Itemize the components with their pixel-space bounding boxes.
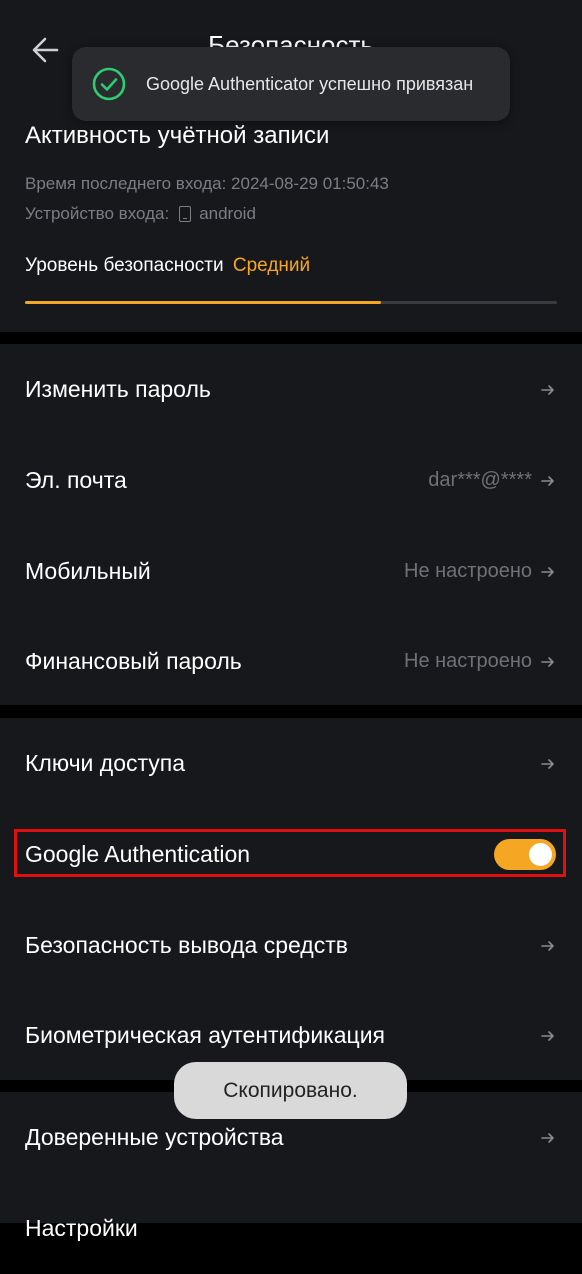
arrow-right-icon — [541, 1132, 554, 1143]
email-value: dar***@**** — [428, 469, 532, 491]
device-label: Устройство входа: — [25, 204, 170, 223]
copied-toast: Скопировано. — [174, 1062, 407, 1119]
account-activity-title: Активность учётной записи — [25, 122, 330, 149]
security-level-bar — [25, 301, 557, 304]
row-label: Настройки — [25, 1215, 138, 1241]
last-login-text: Время последнего входа: 2024-08-29 01:50… — [25, 174, 389, 193]
row-label: Google Authentication — [25, 841, 251, 867]
arrow-right-icon — [541, 940, 554, 951]
row-label: Доверенные устройства — [25, 1124, 284, 1150]
google-authentication-toggle[interactable] — [494, 839, 556, 870]
toggle-knob — [529, 843, 552, 866]
row-label: Ключи доступа — [25, 750, 186, 776]
financial-password-row[interactable]: Финансовый пароль Не настроено — [0, 616, 582, 707]
security-level-value: Средний — [232, 255, 311, 276]
security-level: Уровень безопасности Средний — [25, 255, 310, 277]
row-label: Финансовый пароль — [25, 648, 242, 674]
email-row[interactable]: Эл. почта dar***@**** — [0, 435, 582, 526]
change-password-row[interactable]: Изменить пароль — [0, 344, 582, 435]
success-toast: Google Authenticator успешно привязан — [72, 47, 510, 121]
security-level-bar-fill — [25, 301, 382, 304]
arrow-right-icon — [541, 475, 554, 486]
arrow-right-icon — [541, 656, 554, 667]
withdrawal-security-row[interactable]: Безопасность вывода средств — [0, 900, 582, 991]
row-label: Биометрическая аутентификация — [25, 1022, 386, 1048]
security-level-label: Уровень безопасности — [25, 255, 224, 276]
passkeys-row[interactable]: Ключи доступа — [0, 718, 582, 809]
row-label: Мобильный — [25, 558, 151, 584]
row-label: Безопасность вывода средств — [25, 932, 348, 958]
arrow-right-icon — [541, 566, 554, 577]
login-device: Устройство входа: android — [25, 204, 256, 224]
phone-icon — [179, 206, 192, 222]
arrow-right-icon — [541, 758, 554, 769]
financial-password-value: Не настроено — [404, 650, 532, 672]
arrow-right-icon — [541, 1030, 554, 1041]
credentials-section: Изменить пароль Эл. почта dar***@**** Мо… — [0, 344, 582, 705]
mobile-value: Не настроено — [404, 560, 532, 582]
security-screen: Безопасность Google Authenticator успешн… — [0, 0, 582, 1241]
toast-message: Google Authenticator успешно привязан — [146, 73, 474, 94]
settings-row[interactable]: Настройки — [0, 1183, 582, 1274]
row-label: Изменить пароль — [25, 376, 211, 402]
authentication-section: Ключи доступа Google Authentication Безо… — [0, 718, 582, 1080]
row-label: Эл. почта — [25, 467, 127, 493]
check-circle-icon — [92, 67, 126, 101]
account-activity-section: Активность учётной записи Время последне… — [0, 100, 582, 332]
arrow-right-icon — [541, 384, 554, 395]
mobile-row[interactable]: Мобильный Не настроено — [0, 526, 582, 617]
google-authentication-row: Google Authentication — [0, 809, 582, 900]
device-value: android — [199, 204, 256, 223]
